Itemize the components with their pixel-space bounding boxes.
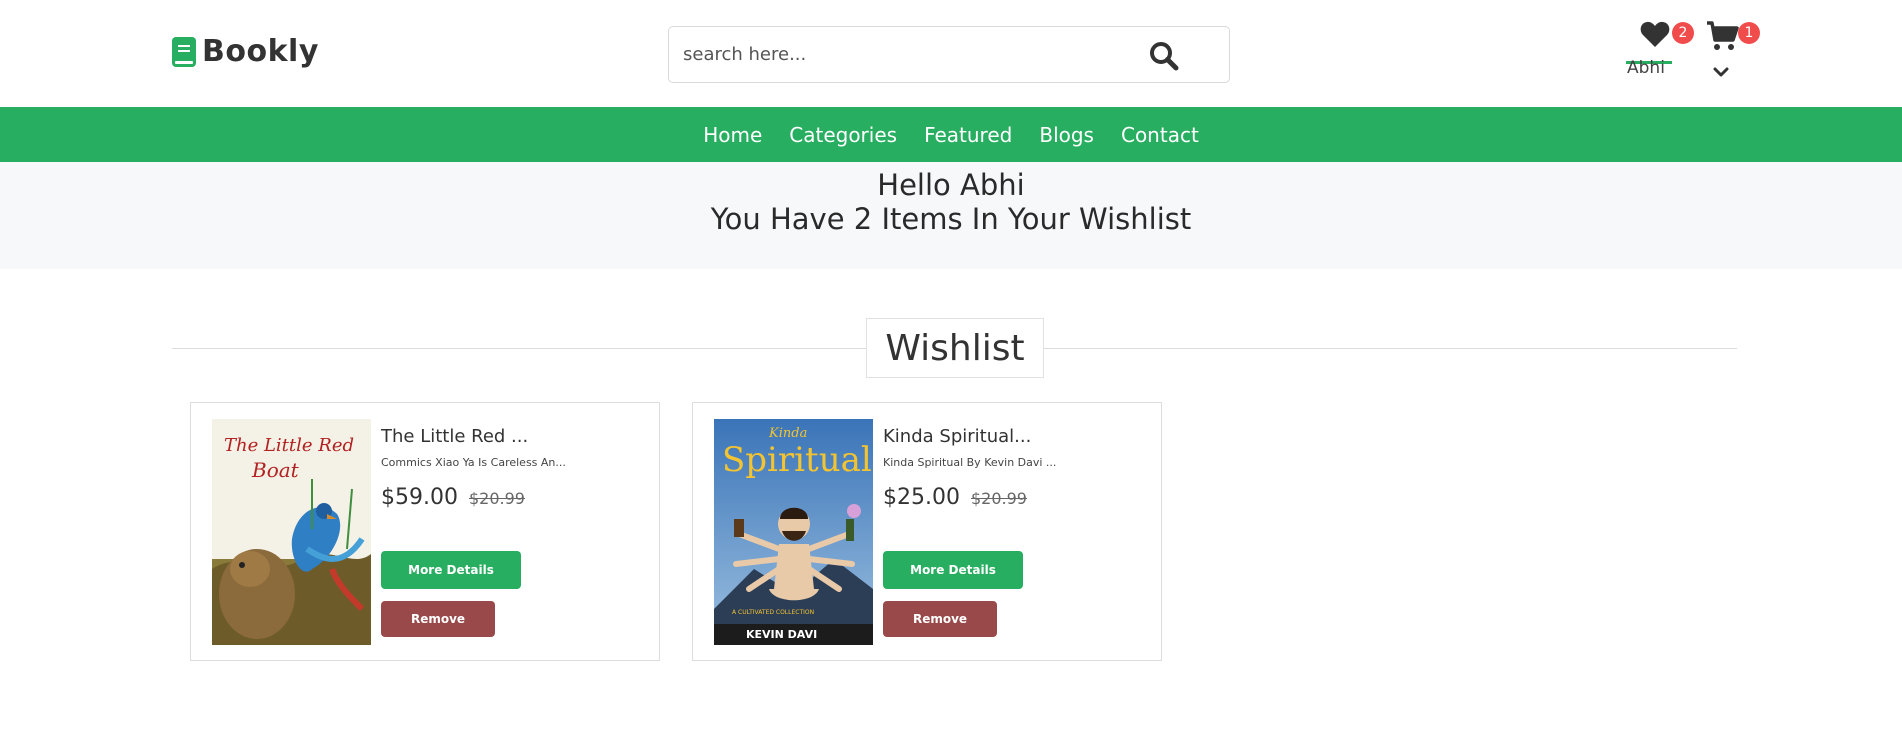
search-box (668, 26, 1230, 83)
greeting-hello: Hello Abhi (877, 168, 1025, 202)
wishlist-count-badge: 2 (1672, 22, 1694, 44)
nav-featured[interactable]: Featured (924, 123, 1012, 147)
wishlist-heading-box: Wishlist (866, 318, 1044, 378)
svg-text:KEVIN DAVI: KEVIN DAVI (746, 628, 817, 641)
cart-link[interactable]: 1 (1704, 16, 1760, 82)
book-title[interactable]: The Little Red ... (381, 426, 528, 447)
svg-text:The Little Red: The Little Red (224, 435, 354, 456)
header: Bookly 2 Abhi 1 (0, 0, 1902, 107)
svg-text:Boat: Boat (251, 458, 300, 482)
book-cover-image[interactable]: The Little Red Boat (212, 419, 371, 645)
book-price: $25.00 $20.99 (883, 485, 1027, 510)
svg-text:Kinda: Kinda (768, 426, 807, 441)
greeting-banner: Hello Abhi You Have 2 Items In Your Wish… (0, 162, 1902, 269)
main-nav: Home Categories Featured Blogs Contact (0, 107, 1902, 162)
book-cover-art: The Little Red Boat (212, 419, 371, 645)
search-icon (1150, 42, 1179, 71)
nav-blogs[interactable]: Blogs (1039, 123, 1094, 147)
wishlist-item: Kinda Spiritual A CULTIVATED COLLECTION … (692, 402, 1162, 661)
search-button[interactable] (1147, 39, 1187, 73)
user-name[interactable]: Abhi (1627, 58, 1665, 78)
wishlist-link[interactable]: 2 Abhi (1626, 16, 1694, 82)
chevron-down-icon[interactable] (1713, 66, 1729, 78)
cart-icon (1707, 21, 1739, 50)
book-cover-image[interactable]: Kinda Spiritual A CULTIVATED COLLECTION … (714, 419, 873, 645)
svg-text:Spiritual: Spiritual (722, 440, 872, 480)
wishlist-heading: Wishlist (885, 327, 1025, 369)
current-price: $59.00 (381, 485, 458, 510)
book-description: Commics Xiao Ya Is Careless An... (381, 456, 566, 469)
old-price: $20.99 (970, 489, 1027, 508)
current-price: $25.00 (883, 485, 960, 510)
book-title[interactable]: Kinda Spiritual... (883, 426, 1031, 447)
logo-text: Bookly (202, 34, 319, 69)
nav-categories[interactable]: Categories (789, 123, 897, 147)
greeting-count: You Have 2 Items In Your Wishlist (710, 202, 1192, 236)
more-details-button[interactable]: More Details (883, 551, 1023, 589)
wishlist-item: The Little Red Boat The Little Red ... C… (190, 402, 660, 661)
heart-icon (1640, 21, 1670, 47)
cart-count-badge: 1 (1738, 22, 1760, 44)
book-price: $59.00 $20.99 (381, 485, 525, 510)
book-cover-art: Kinda Spiritual A CULTIVATED COLLECTION … (714, 419, 873, 645)
nav-home[interactable]: Home (703, 123, 762, 147)
book-icon (172, 36, 196, 67)
remove-button[interactable]: Remove (381, 601, 495, 637)
nav-contact[interactable]: Contact (1121, 123, 1199, 147)
more-details-button[interactable]: More Details (381, 551, 521, 589)
logo-link[interactable]: Bookly (172, 34, 319, 69)
old-price: $20.99 (468, 489, 525, 508)
search-input[interactable] (669, 44, 1109, 65)
svg-text:A CULTIVATED COLLECTION: A CULTIVATED COLLECTION (732, 609, 814, 616)
remove-button[interactable]: Remove (883, 601, 997, 637)
book-description: Kinda Spiritual By Kevin Davi ... (883, 456, 1057, 469)
